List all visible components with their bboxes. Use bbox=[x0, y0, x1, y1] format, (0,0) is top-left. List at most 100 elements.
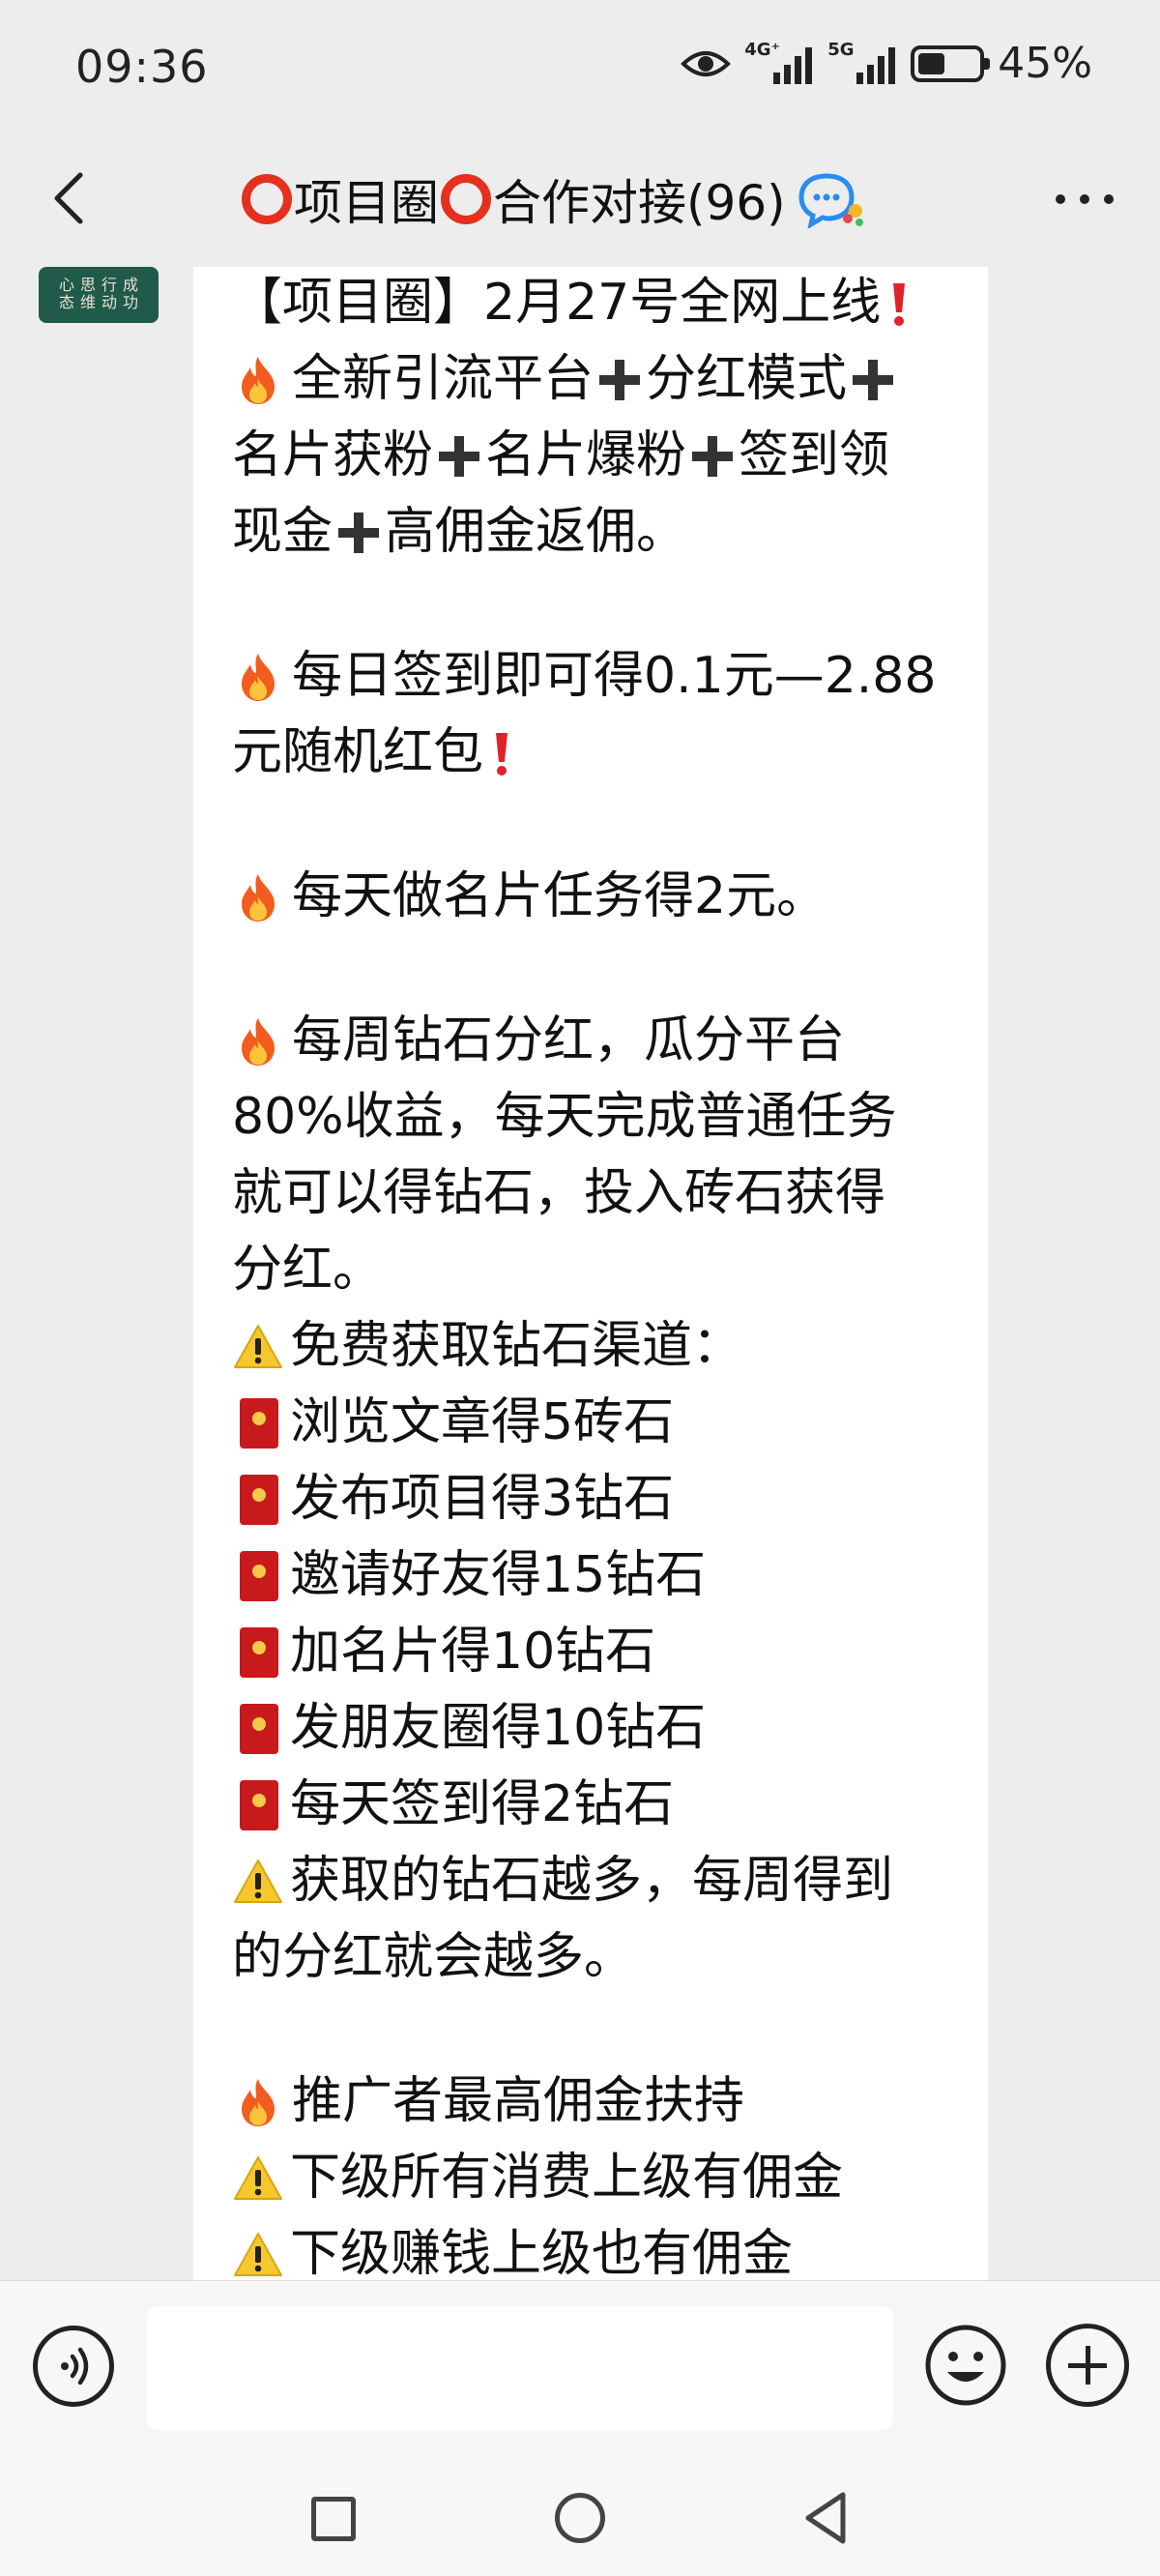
red-envelope-icon bbox=[240, 1703, 278, 1754]
battery-percent: 45% bbox=[998, 39, 1092, 88]
chat-screen: 09:36 4G⁺ 5G 45% 项目圈 合作对接(96) 心态 思维 行动 成… bbox=[0, 0, 1160, 2576]
dot bbox=[1104, 194, 1114, 204]
red-ring-icon bbox=[441, 174, 491, 224]
red-envelope-icon bbox=[240, 1474, 278, 1525]
message-line: 名片获粉 名片爆粉 签到领 bbox=[232, 418, 953, 494]
title-text-members: 合作对接(96) bbox=[493, 175, 786, 231]
message-text: 高佣金返佣。 bbox=[385, 503, 687, 561]
message-text: 元随机红包 bbox=[232, 723, 484, 781]
avatar-text-col: 行动 bbox=[102, 276, 118, 311]
voice-button[interactable] bbox=[33, 2326, 114, 2407]
message-text: 现金 bbox=[232, 503, 334, 561]
message-text: 签到领 bbox=[739, 426, 890, 484]
message-text: 每周钻石分红，瓜分平台 bbox=[292, 1011, 846, 1069]
message-text: 浏览文章得5砖石 bbox=[290, 1393, 675, 1451]
back-button[interactable] bbox=[39, 164, 97, 232]
exclamation-icon bbox=[496, 732, 508, 776]
message-text: 每日签到即可得0.1元—2.88 bbox=[292, 647, 937, 705]
message-line: 每天签到得2钻石 bbox=[232, 1767, 953, 1843]
eye-icon bbox=[681, 50, 732, 76]
message-text: 就可以得钻石，投入砖石获得 bbox=[232, 1164, 886, 1222]
message-bubble[interactable]: 【项目圈】2月27号全网上线 全新引流平台 分红模式 名片获粉 名片爆粉 签到领 现金 高佣金… bbox=[193, 267, 988, 2280]
fire-icon bbox=[242, 873, 275, 922]
message-line bbox=[232, 571, 953, 638]
message-text: 分红模式 bbox=[646, 350, 848, 408]
plus-icon bbox=[439, 435, 480, 477]
message-line: 每天做名片任务得2元。 bbox=[232, 859, 953, 935]
message-text: 获取的钻石越多，每周得到 bbox=[290, 1852, 894, 1910]
fire-icon bbox=[242, 2078, 275, 2126]
network-5g-label: 5G bbox=[827, 39, 855, 60]
message-text: 每天做名片任务得2元。 bbox=[292, 867, 827, 925]
title-text: 项目圈 bbox=[294, 175, 439, 231]
recents-square-icon[interactable] bbox=[311, 2497, 356, 2541]
message-line: 现金 高佣金返佣。 bbox=[232, 494, 953, 571]
more-options-button[interactable] bbox=[1056, 190, 1114, 209]
message-line: 发布项目得3钻石 bbox=[232, 1461, 953, 1537]
back-triangle-icon[interactable] bbox=[802, 2491, 849, 2545]
message-text: 80%收益，每天完成普通任务 bbox=[232, 1088, 897, 1146]
message-line: 就可以得钻石，投入砖石获得 bbox=[232, 1156, 953, 1232]
fire-icon bbox=[242, 356, 275, 404]
title-bar: 项目圈 合作对接(96) bbox=[0, 135, 1160, 267]
message-line: 全新引流平台 分红模式 bbox=[232, 341, 953, 418]
red-envelope-icon bbox=[240, 1626, 278, 1678]
message-line bbox=[232, 1996, 953, 2064]
signal-4g-icon: 4G⁺ bbox=[744, 40, 814, 88]
dot bbox=[1080, 194, 1089, 204]
sender-avatar[interactable]: 心态 思维 行动 成功 bbox=[39, 267, 159, 323]
emoji-icon[interactable] bbox=[924, 2324, 1007, 2407]
message-text: 名片获粉 bbox=[232, 426, 434, 484]
status-bar: 09:36 4G⁺ 5G 45% bbox=[0, 0, 1160, 135]
message-line: 【项目圈】2月27号全网上线 bbox=[232, 267, 953, 341]
plus-icon bbox=[692, 435, 734, 477]
warning-icon bbox=[234, 1859, 282, 1903]
message-line: 每日签到即可得0.1元—2.88 bbox=[232, 638, 953, 715]
message-text: 加名片得10钻石 bbox=[290, 1623, 656, 1681]
message-text: 下级所有消费上级有佣金 bbox=[290, 2149, 844, 2207]
message-line: 80%收益，每天完成普通任务 bbox=[232, 1079, 953, 1156]
message-text: 的分红就会越多。 bbox=[232, 1928, 635, 1986]
chat-area[interactable]: 心态 思维 行动 成功 【项目圈】2月27号全网上线 全新引流平台 分红模式 名片获粉… bbox=[0, 267, 1160, 2280]
system-nav-bar bbox=[0, 2454, 1160, 2576]
warning-icon bbox=[234, 2232, 282, 2276]
message-text: 全新引流平台 bbox=[292, 350, 594, 408]
message-line: 加名片得10钻石 bbox=[232, 1614, 953, 1690]
message-text: 下级赚钱上级也有佣金 bbox=[290, 2225, 794, 2280]
red-envelope-icon bbox=[240, 1779, 278, 1830]
status-time: 09:36 bbox=[75, 41, 209, 93]
red-ring-icon bbox=[242, 174, 292, 224]
home-circle-icon[interactable] bbox=[555, 2493, 605, 2543]
fire-icon bbox=[242, 1017, 275, 1066]
back-arrow-icon bbox=[54, 172, 83, 224]
avatar-text-col: 心态 bbox=[59, 276, 75, 311]
message-line: 浏览文章得5砖石 bbox=[232, 1385, 953, 1461]
message-line: 发朋友圈得10钻石 bbox=[232, 1690, 953, 1767]
message-line: 邀请好友得15钻石 bbox=[232, 1537, 953, 1614]
exclamation-icon bbox=[893, 282, 906, 326]
red-envelope-icon bbox=[240, 1397, 278, 1449]
chat-title: 项目圈 合作对接(96) bbox=[242, 164, 867, 234]
message-line: 推广者最高佣金扶持 bbox=[232, 2064, 953, 2140]
red-envelope-icon bbox=[240, 1550, 278, 1601]
message-line: 下级赚钱上级也有佣金 bbox=[232, 2216, 953, 2280]
message-line: 下级所有消费上级有佣金 bbox=[232, 2140, 953, 2216]
message-line: 的分红就会越多。 bbox=[232, 1919, 953, 1996]
voice-icon bbox=[61, 2347, 89, 2386]
message-line: 获取的钻石越多，每周得到 bbox=[232, 1843, 953, 1919]
input-bar bbox=[0, 2280, 1160, 2454]
status-icons: 4G⁺ 5G 45% bbox=[681, 39, 1092, 88]
message-text: 名片爆粉 bbox=[485, 426, 687, 484]
message-input[interactable] bbox=[147, 2306, 893, 2430]
add-icon[interactable] bbox=[1046, 2324, 1129, 2407]
warning-icon bbox=[234, 2155, 282, 2200]
message-line: 分红。 bbox=[232, 1232, 953, 1308]
message-text: 【项目圈】2月27号全网上线 bbox=[232, 274, 882, 332]
message-line: 元随机红包 bbox=[232, 715, 953, 791]
message-text: 免费获取钻石渠道： bbox=[290, 1317, 743, 1375]
avatar-text-col: 成功 bbox=[123, 276, 139, 311]
battery-level bbox=[918, 52, 945, 74]
signal-5g-icon: 5G bbox=[827, 40, 897, 88]
message-line: 每周钻石分红，瓜分平台 bbox=[232, 1003, 953, 1079]
plus-icon bbox=[853, 359, 894, 400]
